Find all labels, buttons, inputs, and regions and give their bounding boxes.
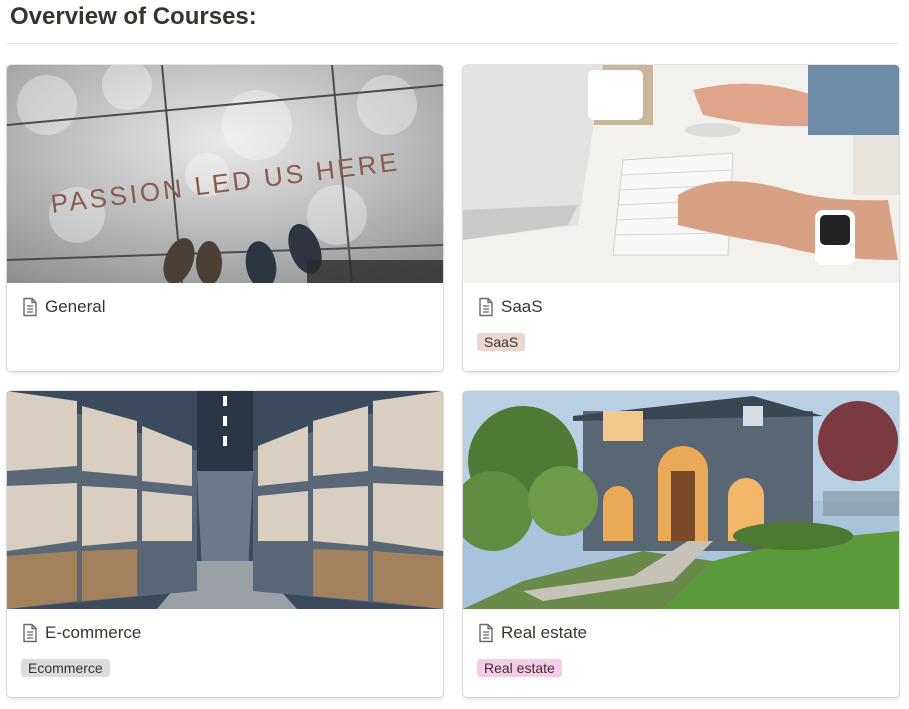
card-title-text: E-commerce bbox=[45, 623, 142, 642]
document-icon bbox=[479, 297, 493, 317]
card-title[interactable]: SaaS bbox=[477, 297, 543, 317]
card-title-text: General bbox=[45, 297, 106, 316]
card-cover-image bbox=[7, 391, 443, 609]
document-icon bbox=[23, 297, 37, 317]
course-card-saas[interactable]: SaaS SaaS bbox=[463, 65, 899, 371]
course-card-general[interactable]: PASSION LED US HERE General bbox=[7, 65, 443, 371]
document-icon bbox=[23, 623, 37, 643]
course-card-ecommerce[interactable]: E-commerce Ecommerce bbox=[7, 391, 443, 697]
divider bbox=[7, 43, 899, 44]
card-title[interactable]: General bbox=[21, 297, 105, 317]
card-tag: SaaS bbox=[477, 333, 526, 351]
card-cover-image bbox=[463, 391, 899, 609]
card-cover-image bbox=[463, 65, 899, 283]
card-tag: Real estate bbox=[477, 659, 562, 677]
page-title: Overview of Courses: bbox=[10, 3, 257, 30]
card-cover-image: PASSION LED US HERE bbox=[7, 65, 443, 283]
card-tag: Ecommerce bbox=[21, 659, 110, 677]
card-title-text: SaaS bbox=[501, 297, 543, 316]
card-title-text: Real estate bbox=[501, 623, 587, 642]
course-card-real-estate[interactable]: Real estate Real estate bbox=[463, 391, 899, 697]
card-title[interactable]: Real estate bbox=[477, 623, 587, 643]
document-icon bbox=[479, 623, 493, 643]
card-title[interactable]: E-commerce bbox=[21, 623, 141, 643]
